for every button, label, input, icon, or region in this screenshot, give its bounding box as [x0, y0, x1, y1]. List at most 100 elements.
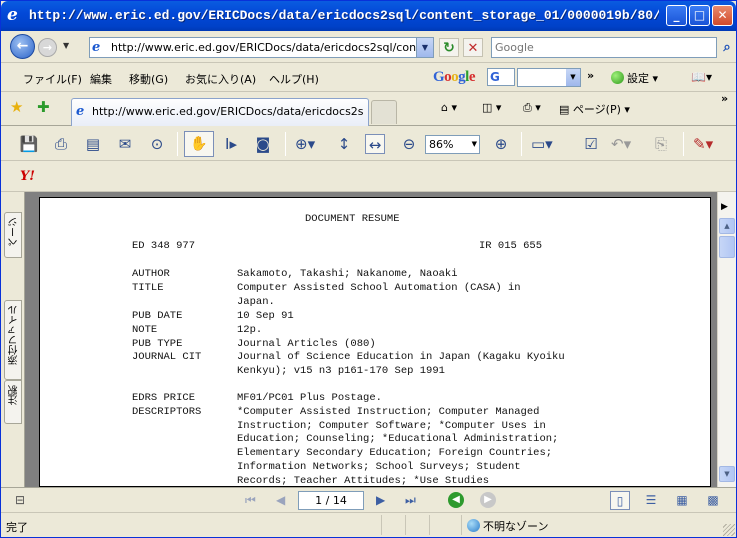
status-divider [381, 515, 382, 535]
settings-status-icon [611, 71, 624, 84]
menu-go[interactable]: 移動(G) [129, 71, 168, 87]
settings-button[interactable]: 設定 ▾ [611, 70, 658, 86]
email-icon[interactable]: ✉ [115, 134, 135, 154]
chevron-down-icon[interactable]: ▼ [566, 69, 580, 86]
undo-icon[interactable]: ↶▾ [611, 134, 631, 154]
select-text-icon[interactable]: I▸ [221, 134, 241, 154]
field-value: Sakamoto, Takashi; Nakanome, Naoaki [237, 268, 458, 280]
pen-comment-icon[interactable]: ✎▾ [693, 134, 713, 154]
field-key: DESCRIPTORS [132, 406, 202, 418]
pane-expand-arrow-icon[interactable]: ▶ [721, 202, 728, 212]
next-view-icon[interactable]: ▶ [480, 492, 496, 508]
search-icon[interactable]: ⌕ [719, 37, 735, 58]
menu-edit[interactable]: 編集 [90, 71, 112, 87]
zoom-in-tool-icon[interactable]: ⊕▾ [295, 134, 315, 154]
collapse-pane-icon[interactable]: ⊟ [15, 493, 25, 507]
status-bar: 完了 不明なゾーン [1, 512, 736, 537]
single-page-view-icon[interactable]: ▯ [610, 491, 630, 510]
search-box[interactable] [491, 37, 717, 58]
menu-file[interactable]: ファイル(F) [23, 71, 82, 87]
scroll-thumb[interactable] [719, 236, 735, 258]
continuous-facing-view-icon[interactable]: ▩ [703, 491, 723, 510]
side-tab-label: 添付ファイル [9, 305, 20, 365]
print-icon[interactable]: ⎙ [51, 134, 71, 154]
toolbar-overflow-chevron[interactable]: » [587, 69, 594, 82]
zone-label: 不明なゾーン [483, 520, 549, 533]
field-value: MF01/PC01 Plus Postage. [237, 392, 382, 404]
maximize-button[interactable]: □ [689, 5, 710, 26]
rss-feed-icon[interactable]: ◫ ▾ [482, 101, 501, 114]
stop-button[interactable]: ✕ [463, 38, 483, 57]
tab-overflow-chevron[interactable]: » [721, 92, 728, 105]
favorites-star-icon[interactable]: ★ [10, 100, 23, 115]
side-tab-comments[interactable]: 注釈 [4, 380, 22, 424]
side-tab-pages[interactable]: ページ [4, 212, 22, 258]
forward-button[interactable]: → [38, 38, 57, 57]
toolbar-separator [683, 132, 684, 156]
print-icon[interactable]: ⎙ ▾ [523, 101, 541, 115]
facing-view-icon[interactable]: ▦ [672, 491, 692, 510]
side-tab-attachments[interactable]: 添付ファイル [4, 300, 22, 380]
last-page-icon[interactable]: ⏭ [405, 493, 416, 508]
first-page-icon[interactable]: ⏮ [245, 493, 256, 508]
copy-icon[interactable]: ⎘ [651, 134, 671, 154]
field-key: PUB DATE [132, 310, 183, 322]
pdf-viewer-area: ページ 添付ファイル 注釈 DOCUMENT RESUME ED 348 977… [1, 192, 736, 487]
scroll-up-button[interactable]: ▲ [719, 218, 735, 234]
hand-tool-icon[interactable]: ✋ [184, 131, 214, 157]
organizer-icon[interactable]: ▤ [83, 134, 103, 154]
address-url[interactable]: http://www.eric.ed.gov/ERICDocs/data/eri… [111, 41, 416, 54]
zoom-in-icon[interactable]: ⊕ [491, 134, 511, 154]
page-layout-icon[interactable]: ▭▾ [531, 134, 553, 154]
zoom-out-icon[interactable]: ⊖ [399, 134, 419, 154]
menu-favorites[interactable]: お気に入り(A) [185, 71, 256, 87]
ed-number: ED 348 977 [132, 240, 196, 252]
close-button[interactable]: ✕ [712, 5, 733, 26]
address-field[interactable]: e http://www.eric.ed.gov/ERICDocs/data/e… [89, 37, 434, 58]
translate-icon[interactable]: 📖▾ [691, 70, 712, 84]
snapshot-icon[interactable]: ◙ [253, 134, 273, 154]
address-toolbar: ← → ▼ e http://www.eric.ed.gov/ERICDocs/… [1, 31, 736, 63]
fit-height-icon[interactable]: ↕ [334, 134, 354, 154]
zoom-level-field[interactable]: ▼ [425, 135, 480, 154]
zoom-input[interactable] [429, 138, 467, 151]
spell-check-icon[interactable]: ☑ [581, 134, 601, 154]
status-divider [461, 515, 462, 535]
history-dropdown-icon[interactable]: ▼ [63, 41, 69, 50]
tab-document[interactable]: e http://www.eric.ed.gov/ERICDocs/data/e… [71, 98, 369, 126]
status-divider [429, 515, 430, 535]
pdf-toolbar: 💾 ⎙ ▤ ✉ ⊙ ✋ I▸ ◙ ⊕▾ ↕ ↔ ⊖ ▼ ⊕ ▭▾ ☑ ↶▾ ⎘ … [1, 126, 736, 161]
refresh-button[interactable]: ↻ [439, 38, 459, 57]
google-toolbar-search[interactable]: ▼ [517, 68, 581, 87]
add-favorites-icon[interactable]: ✚ [37, 100, 50, 115]
scroll-down-button[interactable]: ▼ [719, 466, 735, 482]
tab-bar: ★ ✚ e http://www.eric.ed.gov/ERICDocs/da… [1, 92, 736, 126]
next-page-icon[interactable]: ▶ [376, 493, 385, 507]
fit-width-icon[interactable]: ↔ [365, 134, 385, 154]
navigation-pane: ページ 添付ファイル 注釈 [1, 192, 25, 487]
resize-grip[interactable] [723, 524, 735, 536]
previous-view-icon[interactable]: ◀ [448, 492, 464, 508]
new-tab-button[interactable] [371, 100, 397, 124]
page-number-input[interactable] [301, 494, 361, 507]
field-key: AUTHOR [132, 268, 170, 280]
google-search-engine-select[interactable]: G [487, 68, 515, 86]
menu-help[interactable]: ヘルプ(H) [269, 71, 319, 87]
previous-page-icon[interactable]: ◀ [276, 493, 285, 507]
page-number-field[interactable] [298, 491, 364, 510]
address-dropdown-icon[interactable]: ▼ [416, 38, 433, 57]
continuous-view-icon[interactable]: ☰ [641, 491, 661, 510]
find-binoculars-icon[interactable]: ⊙ [147, 134, 167, 154]
field-value: Computer Assisted School Automation (CAS… [237, 282, 521, 308]
home-icon[interactable]: ⌂ ▾ [441, 101, 457, 114]
search-input[interactable] [495, 40, 710, 55]
back-button[interactable]: ← [10, 34, 35, 59]
vertical-scrollbar[interactable]: ▶ ▲ ▼ [717, 192, 736, 487]
save-icon[interactable]: 💾 [19, 134, 39, 154]
field-value: Journal Articles (080) [237, 338, 376, 350]
yahoo-logo-icon[interactable]: Y! [20, 169, 42, 185]
page-menu-label: ページ(P) [572, 103, 621, 116]
page-menu[interactable]: ▤ ページ(P) ▾ [559, 101, 630, 117]
chevron-down-icon[interactable]: ▼ [472, 140, 477, 148]
minimize-button[interactable]: _ [666, 5, 687, 26]
